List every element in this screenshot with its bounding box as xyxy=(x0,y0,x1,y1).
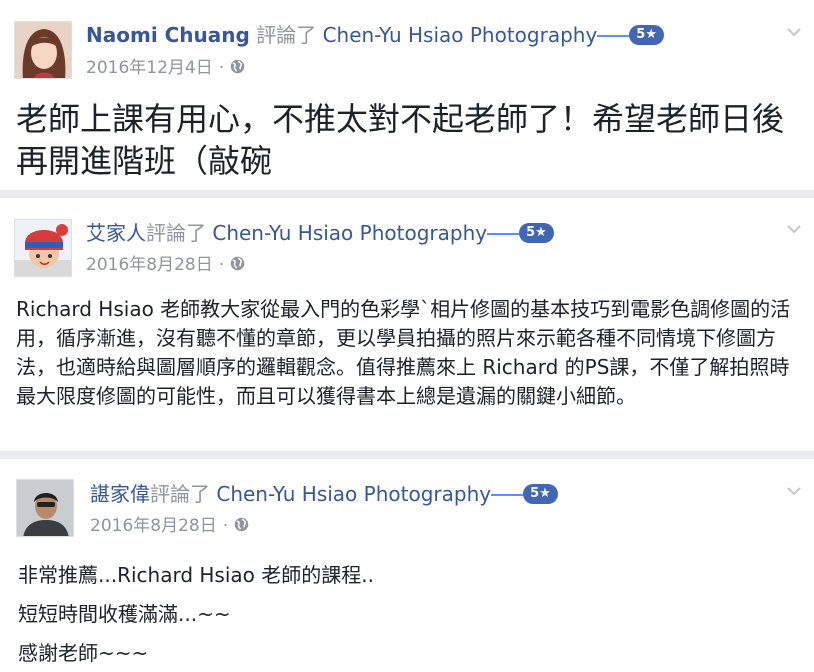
post-body: Richard Hsiao 老師教大家從最入門的色彩學`相片修圖的基本技巧到電影… xyxy=(16,295,804,411)
review-post: 艾家人評論了 Chen-Yu Hsiao Photography 5★ 2016年… xyxy=(0,198,814,451)
post-date[interactable]: 2016年8月28日 xyxy=(86,255,213,275)
avatar[interactable] xyxy=(14,219,72,277)
post-date[interactable]: 2016年8月28日 xyxy=(90,516,217,536)
separator-dot: · xyxy=(222,516,229,536)
author-name[interactable]: 諶家偉 xyxy=(90,482,150,506)
post-body: 非常推薦...Richard Hsiao 老師的課程.. 短短時間收穫滿滿...… xyxy=(18,556,804,672)
separator-dot: · xyxy=(218,255,225,275)
review-post: 諶家偉評論了 Chen-Yu Hsiao Photography 5★ 2016年… xyxy=(0,459,814,672)
action-verb: 評論了 xyxy=(256,23,317,47)
rating-connector xyxy=(597,34,630,37)
author-name[interactable]: Naomi Chuang xyxy=(86,23,250,47)
post-paragraph: 感謝老師~~~ xyxy=(18,641,149,665)
post-header: Naomi Chuang 評論了 Chen-Yu Hsiao Photograp… xyxy=(86,21,664,49)
page-link[interactable]: Chen-Yu Hsiao Photography xyxy=(216,482,491,506)
action-verb: 評論了 xyxy=(146,221,206,245)
avatar[interactable] xyxy=(14,21,72,79)
post-meta: 2016年12月4日 · xyxy=(86,57,245,79)
post-header: 艾家人評論了 Chen-Yu Hsiao Photography 5★ xyxy=(86,219,554,247)
page-link[interactable]: Chen-Yu Hsiao Photography xyxy=(212,221,487,245)
post-header: 諶家偉評論了 Chen-Yu Hsiao Photography 5★ xyxy=(90,480,558,508)
author-name[interactable]: 艾家人 xyxy=(86,221,146,245)
post-paragraph: 短短時間收穫滿滿...~~ xyxy=(18,602,231,626)
rating-badge: 5★ xyxy=(519,223,554,243)
chevron-down-icon[interactable] xyxy=(786,26,802,38)
post-meta: 2016年8月28日 · xyxy=(86,254,245,276)
globe-icon[interactable] xyxy=(230,256,245,271)
globe-icon[interactable] xyxy=(234,517,249,532)
rating-badge: 5★ xyxy=(523,484,558,504)
post-paragraph: 老師上課有用心，不推太對不起老師了！希望老師日後再開進階班（敲碗 xyxy=(16,100,785,180)
chevron-down-icon[interactable] xyxy=(786,485,802,497)
page-link[interactable]: Chen-Yu Hsiao Photography xyxy=(323,23,598,47)
post-paragraph: 非常推薦...Richard Hsiao 老師的課程.. xyxy=(18,563,374,587)
review-post: Naomi Chuang 評論了 Chen-Yu Hsiao Photograp… xyxy=(0,0,814,190)
rating-connector xyxy=(491,493,524,496)
rating-connector xyxy=(487,232,520,235)
globe-icon[interactable] xyxy=(230,59,245,74)
avatar[interactable] xyxy=(16,479,74,537)
post-paragraph: Richard Hsiao 老師教大家從最入門的色彩學`相片修圖的基本技巧到電影… xyxy=(16,297,791,408)
action-verb: 評論了 xyxy=(150,482,210,506)
chevron-down-icon[interactable] xyxy=(786,223,802,235)
rating-badge: 5★ xyxy=(629,25,664,45)
separator-dot: · xyxy=(218,58,225,78)
post-meta: 2016年8月28日 · xyxy=(90,515,249,537)
post-date[interactable]: 2016年12月4日 xyxy=(86,58,213,78)
post-body: 老師上課有用心，不推太對不起老師了！希望老師日後再開進階班（敲碗 xyxy=(16,98,804,182)
